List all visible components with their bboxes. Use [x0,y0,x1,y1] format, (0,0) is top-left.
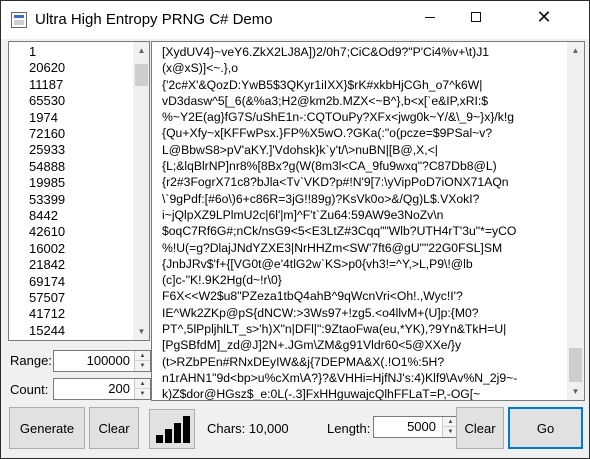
list-item[interactable]: 1974 [29,110,58,126]
output-text-line: {'2c#X'&QozD:YwB5$3QKyr1iIXX}$rK#xkbHjCG… [162,77,483,92]
list-item[interactable]: 16002 [29,241,65,257]
count-down-icon[interactable]: ▼ [135,389,150,399]
list-item[interactable]: 53399 [29,192,65,208]
output-text-line: PT^,5lPpljhlLT_s>'h)X"n|DFl|":9ZtaoFwa(e… [162,322,507,337]
output-text-line: vD3dasw^5[_6(&%a3;H2@km2b.MZX<~B^},b<x[`… [162,93,489,108]
range-down-icon[interactable]: ▼ [135,361,150,371]
generate-button[interactable]: Generate [9,407,85,449]
count-spin[interactable]: ▲ ▼ [134,379,150,399]
output-text-line: [XydUV4}~veY6.ZkX2LJ8A])2/0h7;CiC&Od9?"P… [162,45,490,59]
range-value: 100000 [86,353,130,368]
text-scroll-up-icon[interactable]: ▲ [567,42,584,59]
range-spin[interactable]: ▲ ▼ [134,351,150,371]
list-item[interactable]: 54888 [29,159,65,175]
signal-bars-icon[interactable] [149,409,195,449]
minimize-button[interactable] [407,1,453,33]
output-text-line: {Qu+Xfy~x[KFFwPsx.}FP%X5wO.?GKa(:"o(pcze… [162,126,493,141]
text-scroll-down-icon[interactable]: ▼ [567,383,584,400]
output-text-line: F6X<<W2$u8"PZeza1tbQ4ahB^9qWcnVri<Oh!.,W… [162,289,463,304]
count-up-icon[interactable]: ▲ [135,379,150,389]
list-item[interactable]: 15244 [29,323,65,339]
length-value: 5000 [407,419,436,434]
list-item[interactable]: 1 [29,44,36,60]
list-scrollbar[interactable]: ▲ ▼ [133,42,149,340]
output-text-line: %~Y2E(ag}fG7S/uShE1n-:CQTOuPy?XFx<jwg0k~… [162,110,515,125]
count-value: 200 [108,381,130,396]
output-text-line: (c]c-"K!.9K2Hg(d~!r\0} [162,273,282,288]
maximize-button[interactable] [453,1,499,33]
list-item[interactable]: 25933 [29,142,65,158]
count-stepper[interactable]: 200 ▲ ▼ [53,378,151,400]
signal-bar [174,423,181,443]
output-text-line: %!U(=g?DlajJNdYZXE3|NrHHZm<SW'7ft6@gU""2… [162,240,503,255]
text-scroll-thumb[interactable] [569,348,582,382]
output-text-line: k)Z$dor@HGsz$_e:0L(-.3]FxHHguwajcQlhFFLa… [162,387,481,400]
count-label: Count: [10,382,49,397]
minimize-icon [425,16,435,18]
length-stepper[interactable]: 5000 ▲ ▼ [373,416,459,438]
output-text-line: i~jQlpXZ9LPlmU2c|6l'|m]^F't`Zu64:59AW9e3… [162,207,444,222]
list-scroll-up-icon[interactable]: ▲ [133,42,149,59]
list-item[interactable]: 20620 [29,60,65,76]
output-text-line: {JnbJRv$'f+{[VG0t@e'4tlG2w`KS>p0{vh3!=^Y… [162,256,473,271]
range-label: Range: [10,353,52,368]
app-icon [11,12,27,28]
window-title: Ultra High Entropy PRNG C# Demo [35,11,273,28]
list-item[interactable]: 11187 [29,77,63,93]
chars-count: Chars: 10,000 [207,421,289,436]
clear-list-button[interactable]: Clear [89,407,139,449]
close-button[interactable]: ✕ [499,1,589,33]
range-up-icon[interactable]: ▲ [135,351,150,361]
list-scroll-down-icon[interactable]: ▼ [133,323,149,340]
go-button[interactable]: Go [508,407,583,449]
output-text-line: (t>RZbPEn#RNxDEyIW&&j{7DEPMA&X(.!O1%:5H? [162,354,445,369]
list-item[interactable]: 42610 [29,224,65,240]
output-text-line: [PgSBfdM]_zd@J]2N+.JGm\ZM&g91Vldr60<5@XX… [162,338,462,353]
list-item[interactable]: 65530 [29,93,65,109]
maximize-icon [471,12,481,22]
list-item[interactable]: 19985 [29,175,65,191]
output-text: [XydUV4}~veY6.ZkX2LJ8A])2/0h7;CiC&Od9?"P… [162,44,562,400]
output-text-line: n1rAHN1"9d<bp>u%cXm\A?}?&VHHi=HjfNJ's:4)… [162,370,518,385]
output-text-line: {L;&lqBlrNP]nr8%[8Bx?g(W(8m3l<CA_9fu9wxq… [162,159,497,174]
length-label: Length: [327,421,371,436]
output-text-line: L@BbwS8>pV'aKY.]'Vdohsk}k`y't/\>nuBN|[B@… [162,142,438,157]
range-stepper[interactable]: 100000 ▲ ▼ [53,350,151,372]
output-textbox[interactable]: [XydUV4}~veY6.ZkX2LJ8A])2/0h7;CiC&Od9?"P… [151,41,585,401]
close-icon: ✕ [536,7,552,27]
app-window: Ultra High Entropy PRNG C# Demo ✕ 1 20620… [0,0,590,459]
clear-text-button[interactable]: Clear [456,407,504,449]
list-item[interactable]: 21842 [29,257,65,273]
list-item[interactable]: 8442 [29,208,58,224]
list-scroll-thumb[interactable] [135,64,148,86]
signal-bar [183,416,190,443]
numbers-listbox[interactable]: 1 20620 11187 65530 1974 72160 25933 54888 19985… [8,41,150,341]
output-text-line: IE^Wk2ZKp@pS{dNCW:>3Ws97+!zg5.<o4llvM+(U… [162,305,479,320]
title-bar[interactable]: Ultra High Entropy PRNG C# Demo ✕ [1,1,589,39]
list-item[interactable]: 72160 [29,126,65,142]
output-text-line: {r2#3FogrX71c8?bJla<Tv`VKD?p#!N'9[7:\yVi… [162,175,509,190]
output-text-line: (x@xS)]<~.},o [162,61,239,76]
list-item[interactable]: 69174 [29,274,65,290]
output-text-line: \`9gPdf:[#6o\)6+c86R=3jG!!89g)?KsVk0o>&/… [162,191,480,206]
output-text-line: $oqC7Rf6G#;nCk/nsG9<5<E3LtZ#3Cqq""Wlb?UT… [162,224,517,239]
text-scrollbar[interactable]: ▲ ▼ [567,42,584,400]
signal-bar [156,435,163,443]
list-item[interactable]: 57507 [29,290,65,306]
signal-bar [165,429,172,443]
list-item[interactable]: 41712 [29,306,65,322]
